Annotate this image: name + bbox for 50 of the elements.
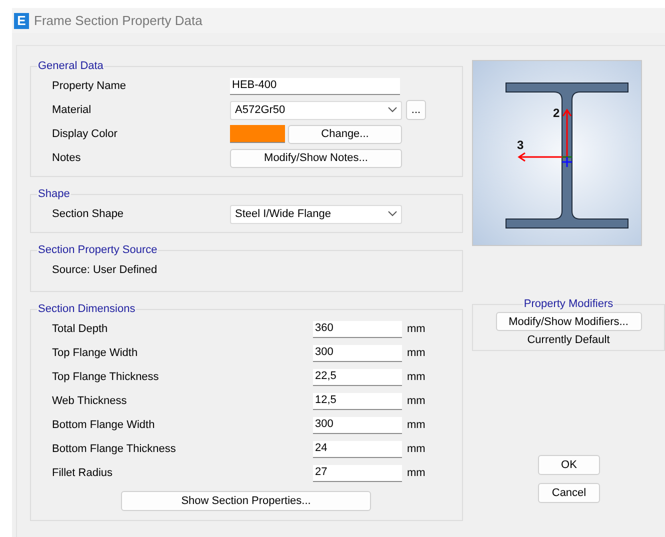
unit-label: mm — [407, 323, 426, 335]
unit-label: mm — [407, 443, 426, 455]
number-field[interactable]: 12,5 — [313, 392, 402, 410]
number-field[interactable]: 27 — [313, 464, 402, 482]
field-label: Total Depth — [52, 323, 109, 335]
field-label: Fillet Radius — [52, 467, 114, 479]
axis-label: 3 — [517, 138, 524, 152]
dialog-button[interactable]: OK — [538, 455, 600, 475]
status-text: Currently Default — [527, 334, 610, 346]
more-button[interactable]: ... — [406, 100, 426, 120]
field-label: Section Shape — [52, 208, 125, 220]
group-title: Property Modifiers — [522, 298, 614, 310]
field-label: Bottom Flange Width — [52, 419, 156, 431]
show-properties-button[interactable]: Show Section Properties... — [121, 491, 371, 511]
dropdown[interactable]: Steel I/Wide Flange — [230, 204, 402, 224]
dropdown[interactable]: A572Gr50 — [230, 100, 402, 120]
centroid-icon — [561, 156, 573, 168]
text-field[interactable]: HEB-400 — [230, 78, 400, 94]
chevron-down-icon — [388, 107, 397, 113]
field-label: Material — [52, 104, 92, 116]
field-label: Web Thickness — [52, 395, 128, 407]
field-label: Display Color — [52, 128, 118, 140]
unit-label: mm — [407, 371, 426, 383]
number-field[interactable]: 24 — [313, 440, 402, 458]
field-label: Property Name — [52, 80, 127, 92]
window-title: Frame Section Property Data — [34, 13, 202, 28]
field-label: Top Flange Thickness — [52, 371, 160, 383]
field-label: Bottom Flange Thickness — [52, 443, 177, 455]
notes-button[interactable]: Modify/Show Notes... — [230, 148, 402, 168]
number-field[interactable]: 300 — [313, 344, 402, 362]
field-label: Top Flange Width — [52, 347, 139, 359]
axis-label: 2 — [553, 106, 560, 120]
chevron-down-icon — [388, 211, 397, 217]
modifiers-button[interactable]: Modify/Show Modifiers... — [496, 312, 642, 331]
group-title: Section Dimensions — [37, 303, 136, 315]
group-title: Shape — [37, 188, 71, 200]
number-field[interactable]: 300 — [313, 416, 402, 434]
unit-label: mm — [407, 467, 426, 479]
dialog-button[interactable]: Cancel — [538, 483, 600, 503]
group-title: General Data — [37, 60, 104, 72]
unit-label: mm — [407, 347, 426, 359]
app-logo: E — [14, 12, 29, 28]
number-field[interactable]: 360 — [313, 320, 402, 338]
field-label: Notes — [52, 152, 82, 164]
group-title: Section Property Source — [37, 244, 158, 256]
unit-label: mm — [407, 395, 426, 407]
source-text: Source: User Defined — [52, 264, 158, 276]
number-field[interactable]: 22,5 — [313, 368, 402, 386]
change-button[interactable]: Change... — [288, 124, 402, 144]
unit-label: mm — [407, 419, 426, 431]
